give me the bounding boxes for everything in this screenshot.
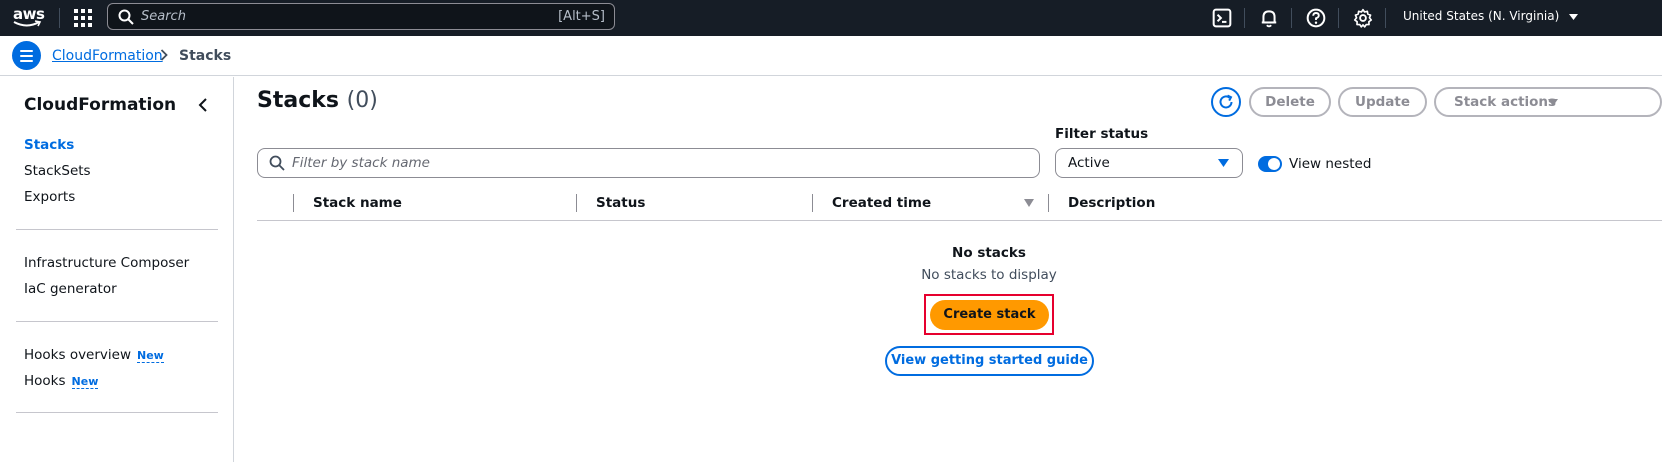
stack-actions-button[interactable]: Stack actions (1434, 87, 1662, 117)
caret-down-icon (1548, 99, 1558, 106)
refresh-button[interactable] (1211, 87, 1241, 117)
breadcrumb-current: Stacks (179, 48, 232, 64)
nav-divider (1291, 8, 1292, 28)
sidebar-divider (16, 321, 218, 322)
notifications-bell-icon[interactable] (1259, 8, 1279, 28)
caret-down-icon (1218, 159, 1229, 167)
sort-descending-icon[interactable] (1024, 199, 1034, 207)
column-header-created-time[interactable]: Created time (832, 195, 931, 211)
cloudshell-icon[interactable] (1212, 8, 1232, 28)
nav-divider (1385, 8, 1386, 28)
stack-count: (0) (346, 88, 378, 113)
region-label: United States (N. Virginia) (1403, 9, 1560, 23)
sidebar-item-label: Hooks overview (24, 347, 132, 363)
sidebar-item-stacksets[interactable]: StackSets (24, 163, 91, 179)
aws-logo[interactable]: aws (13, 5, 45, 31)
view-nested-toggle[interactable] (1258, 156, 1282, 172)
nav-divider (1338, 8, 1339, 28)
breadcrumb-bar: CloudFormation Stacks (0, 36, 1662, 76)
stack-actions-label: Stack actions (1454, 94, 1557, 110)
sidebar-title: CloudFormation (24, 95, 177, 115)
column-header-stack-name[interactable]: Stack name (313, 195, 402, 211)
sidebar-item-stacks[interactable]: Stacks (24, 137, 74, 153)
aws-smile-icon (13, 20, 42, 27)
chevron-right-icon (160, 49, 168, 61)
page-title-text: Stacks (257, 88, 339, 113)
create-stack-button[interactable]: Create stack (930, 300, 1049, 330)
empty-state-subtitle: No stacks to display (921, 267, 1057, 283)
close-sidebar-icon[interactable] (198, 97, 208, 113)
sidebar-item-label: Hooks (24, 373, 66, 389)
empty-state-title: No stacks (952, 245, 1026, 261)
services-grid-icon[interactable] (74, 9, 92, 27)
view-nested-label: View nested (1289, 156, 1372, 172)
column-header-status[interactable]: Status (596, 195, 645, 211)
breadcrumb-cloudformation-link[interactable]: CloudFormation (52, 48, 163, 64)
global-search-input[interactable]: Search [Alt+S] (107, 3, 615, 30)
search-placeholder: Search (141, 9, 186, 24)
sidebar-item-iac-generator[interactable]: IaC generator (24, 281, 117, 297)
nav-divider (1244, 8, 1245, 28)
new-badge: New (71, 375, 99, 389)
delete-button[interactable]: Delete (1249, 87, 1331, 117)
sidebar-divider (16, 229, 218, 230)
view-getting-started-guide-button[interactable]: View getting started guide (885, 346, 1094, 376)
side-navigation: CloudFormation Stacks StackSets Exports … (0, 77, 234, 462)
filter-status-label: Filter status (1055, 126, 1149, 142)
sidebar-item-exports[interactable]: Exports (24, 189, 75, 205)
stack-name-filter-input[interactable]: Filter by stack name (257, 148, 1040, 178)
help-icon[interactable] (1306, 8, 1326, 28)
refresh-icon (1219, 94, 1233, 109)
side-navigation-toggle-button[interactable] (12, 41, 41, 70)
sidebar-divider (16, 412, 218, 413)
sidebar-item-hooks-overview[interactable]: Hooks overview New (24, 347, 164, 363)
caret-down-icon (1569, 14, 1579, 20)
column-divider (576, 194, 577, 212)
top-navigation: aws Search [Alt+S] United States (N. Vir… (0, 0, 1662, 36)
sidebar-item-infrastructure-composer[interactable]: Infrastructure Composer (24, 255, 189, 271)
column-divider (812, 194, 813, 212)
nav-divider (59, 8, 60, 28)
filter-placeholder: Filter by stack name (292, 155, 430, 171)
column-header-description[interactable]: Description (1068, 195, 1155, 211)
toggle-knob (1268, 158, 1280, 170)
settings-gear-icon[interactable] (1353, 8, 1373, 28)
search-shortcut-hint: [Alt+S] (558, 9, 605, 24)
search-icon (118, 9, 134, 25)
filter-status-value: Active (1068, 155, 1110, 171)
filter-status-select[interactable]: Active (1055, 148, 1243, 178)
column-divider (1048, 194, 1049, 212)
sidebar-item-hooks[interactable]: Hooks New (24, 373, 99, 389)
column-divider (293, 194, 294, 212)
search-icon (269, 155, 285, 171)
stacks-table-header: Stack name Status Created time Descripti… (257, 190, 1662, 221)
region-selector[interactable]: United States (N. Virginia) (1403, 9, 1579, 23)
new-badge: New (137, 349, 164, 363)
page-title: Stacks (0) (257, 88, 378, 113)
update-button[interactable]: Update (1338, 87, 1427, 117)
